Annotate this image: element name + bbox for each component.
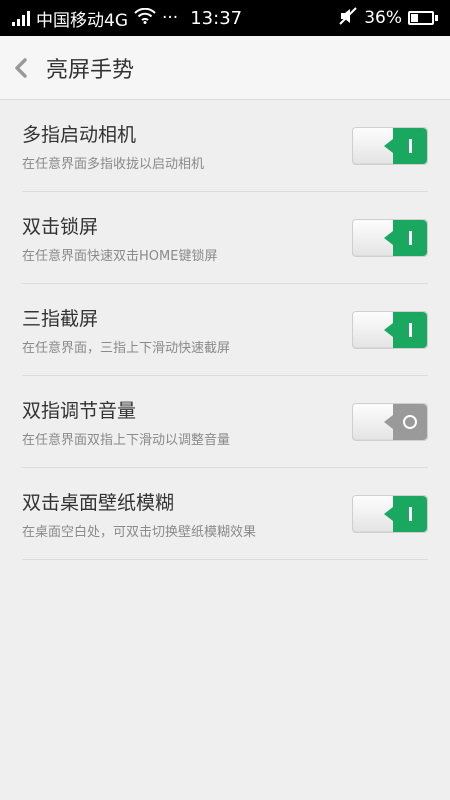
setting-title: 双击桌面壁纸模糊	[22, 491, 175, 514]
wifi-icon	[134, 7, 156, 29]
setting-subtitle: 在桌面空白处，可双击切换壁纸模糊效果	[22, 524, 257, 540]
toggle-on-mark-icon	[408, 230, 412, 245]
setting-row-three-finger-screenshot: 三指截屏 在任意界面，三指上下滑动快速截屏	[22, 284, 428, 376]
setting-title: 多指启动相机	[22, 123, 137, 146]
setting-subtitle: 在任意界面，三指上下滑动快速截屏	[22, 340, 231, 356]
settings-list: 多指启动相机 在任意界面多指收拢以启动相机 双击锁屏 在任意界面快速双击HOME…	[0, 100, 450, 560]
toggle-on-mark-icon	[408, 506, 412, 521]
chevron-left-icon[interactable]	[14, 53, 36, 83]
toggle-switch[interactable]	[352, 310, 428, 349]
more-icon: ···	[162, 8, 179, 28]
toggle-on-mark-icon	[408, 322, 412, 337]
app-header: 亮屏手势	[0, 36, 450, 100]
toggle-knob	[384, 127, 427, 164]
toggle-knob	[384, 311, 427, 348]
toggle-switch[interactable]	[352, 402, 428, 441]
setting-subtitle: 在任意界面多指收拢以启动相机	[22, 156, 205, 172]
setting-row-double-tap-lock: 双击锁屏 在任意界面快速双击HOME键锁屏	[22, 192, 428, 284]
setting-row-two-finger-volume: 双指调节音量 在任意界面双指上下滑动以调整音量	[22, 376, 428, 468]
carrier-label: 中国移动4G	[36, 10, 128, 31]
clock: 13:37	[190, 7, 243, 29]
setting-title: 双击锁屏	[22, 215, 99, 238]
setting-subtitle: 在任意界面快速双击HOME键锁屏	[22, 248, 218, 264]
toggle-switch[interactable]	[352, 218, 428, 257]
setting-row-multi-finger-camera: 多指启动相机 在任意界面多指收拢以启动相机	[22, 100, 428, 192]
setting-title: 双指调节音量	[22, 399, 137, 422]
mute-icon	[338, 6, 358, 30]
toggle-switch[interactable]	[352, 126, 428, 165]
toggle-on-mark-icon	[408, 138, 412, 153]
battery-icon	[408, 11, 438, 25]
setting-subtitle: 在任意界面双指上下滑动以调整音量	[22, 432, 231, 448]
toggle-knob	[384, 495, 427, 532]
toggle-switch[interactable]	[352, 494, 428, 533]
signal-icon	[12, 10, 30, 26]
setting-row-wallpaper-blur: 双击桌面壁纸模糊 在桌面空白处，可双击切换壁纸模糊效果	[22, 468, 428, 560]
status-bar: 中国移动4G ··· 13:37 36%	[0, 0, 450, 36]
toggle-off-mark-icon	[403, 414, 417, 429]
toggle-knob	[384, 403, 427, 440]
toggle-knob	[384, 219, 427, 256]
battery-percent: 36%	[364, 8, 402, 28]
page-title: 亮屏手势	[46, 57, 135, 83]
setting-title: 三指截屏	[22, 307, 99, 330]
